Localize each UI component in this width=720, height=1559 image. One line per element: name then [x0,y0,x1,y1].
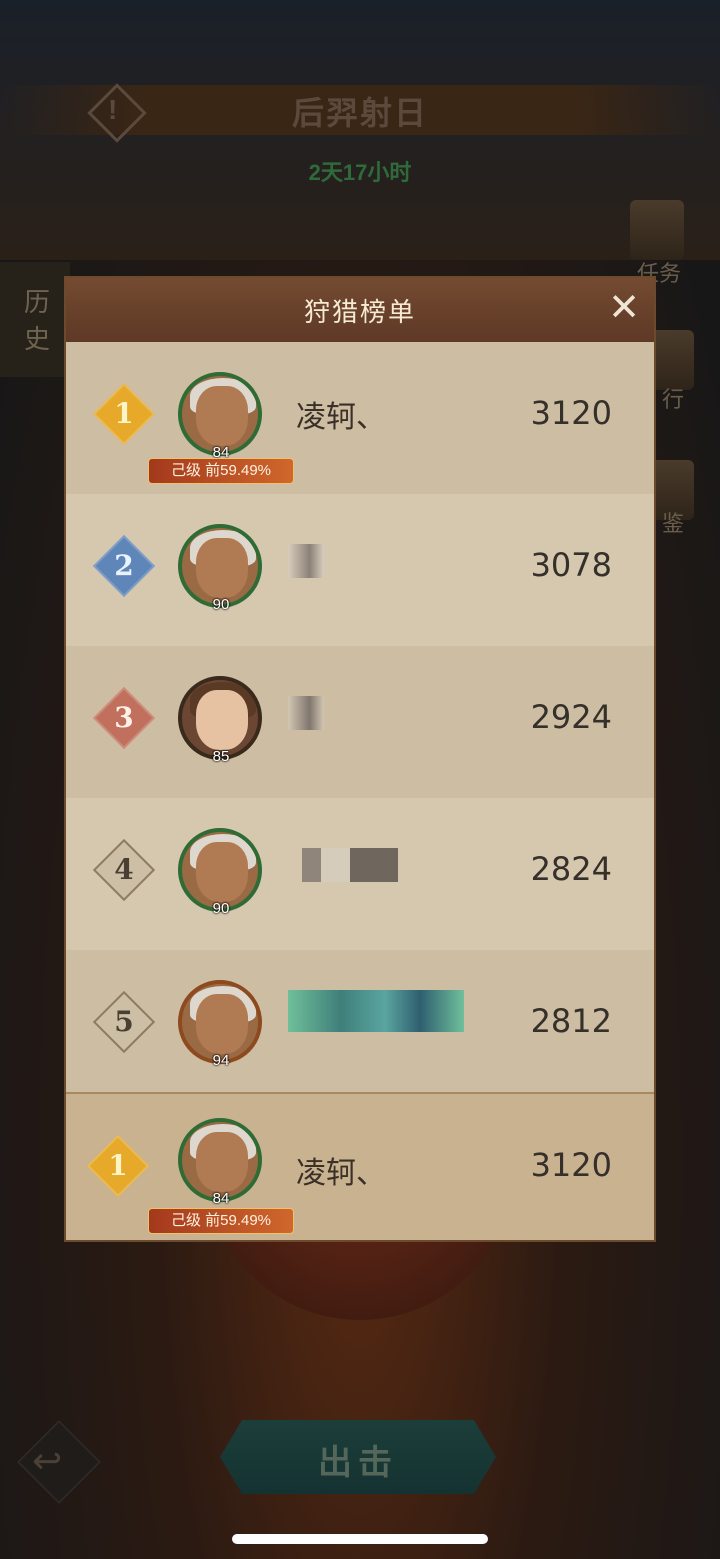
self-rank-row: 1 84 己级 前59.49% 凌轲、 3120 [66,1092,654,1240]
rank-number: 3 [114,701,134,734]
player-level: 84 [212,1190,230,1207]
attack-button-label: 出击 [318,1443,398,1483]
player-name: 凌轲、 [296,400,386,435]
rank-number: 5 [114,1005,134,1038]
redacted-name [288,990,464,1032]
player-score: 3078 [530,546,612,584]
redacted-name [288,696,324,730]
rank-number: 4 [114,853,134,886]
redacted-name [288,544,324,578]
rank-number: 1 [108,1149,128,1182]
redacted-name [302,848,398,882]
history-button[interactable]: 历史 [0,262,70,377]
leaderboard-row: 3 85 2924 [66,646,654,798]
modal-header: 狩猎榜单 ✕ [66,278,654,344]
leaderboard-row: 1 84 己级 前59.49% 凌轲、 3120 [66,342,654,494]
player-name: 凌轲、 [296,1156,386,1191]
player-score: 2924 [530,698,612,736]
player-score: 2812 [530,1002,612,1040]
back-arrow-icon: ↩ [32,1440,63,1481]
rank-number: 2 [114,549,134,582]
close-icon[interactable]: ✕ [602,286,646,330]
rank-tier-tag: 己级 前59.49% [148,458,294,484]
rank-tier-tag: 己级 前59.49% [148,1208,294,1234]
player-level: 90 [212,900,230,917]
scroll-icon[interactable] [630,200,684,260]
event-title: 后羿射日 [291,94,428,132]
leaderboard-modal: 狩猎榜单 ✕ 1 84 己级 前59.49% 凌轲、 3120 2 90 307… [64,276,656,1242]
player-score: 2824 [530,850,612,888]
leaderboard-row: 4 90 2824 [66,798,654,950]
player-level: 94 [212,1052,230,1069]
modal-title: 狩猎榜单 [303,298,416,328]
event-timer: 2天17小时 [308,160,412,185]
player-level: 90 [212,596,230,613]
leaderboard-row: 5 94 2812 [66,950,654,1102]
player-level: 85 [212,748,230,765]
leaderboard-row: 2 90 3078 [66,494,654,646]
home-indicator[interactable] [232,1534,488,1544]
player-score: 3120 [530,1146,612,1184]
rank-number: 1 [114,397,134,430]
player-score: 3120 [530,394,612,432]
